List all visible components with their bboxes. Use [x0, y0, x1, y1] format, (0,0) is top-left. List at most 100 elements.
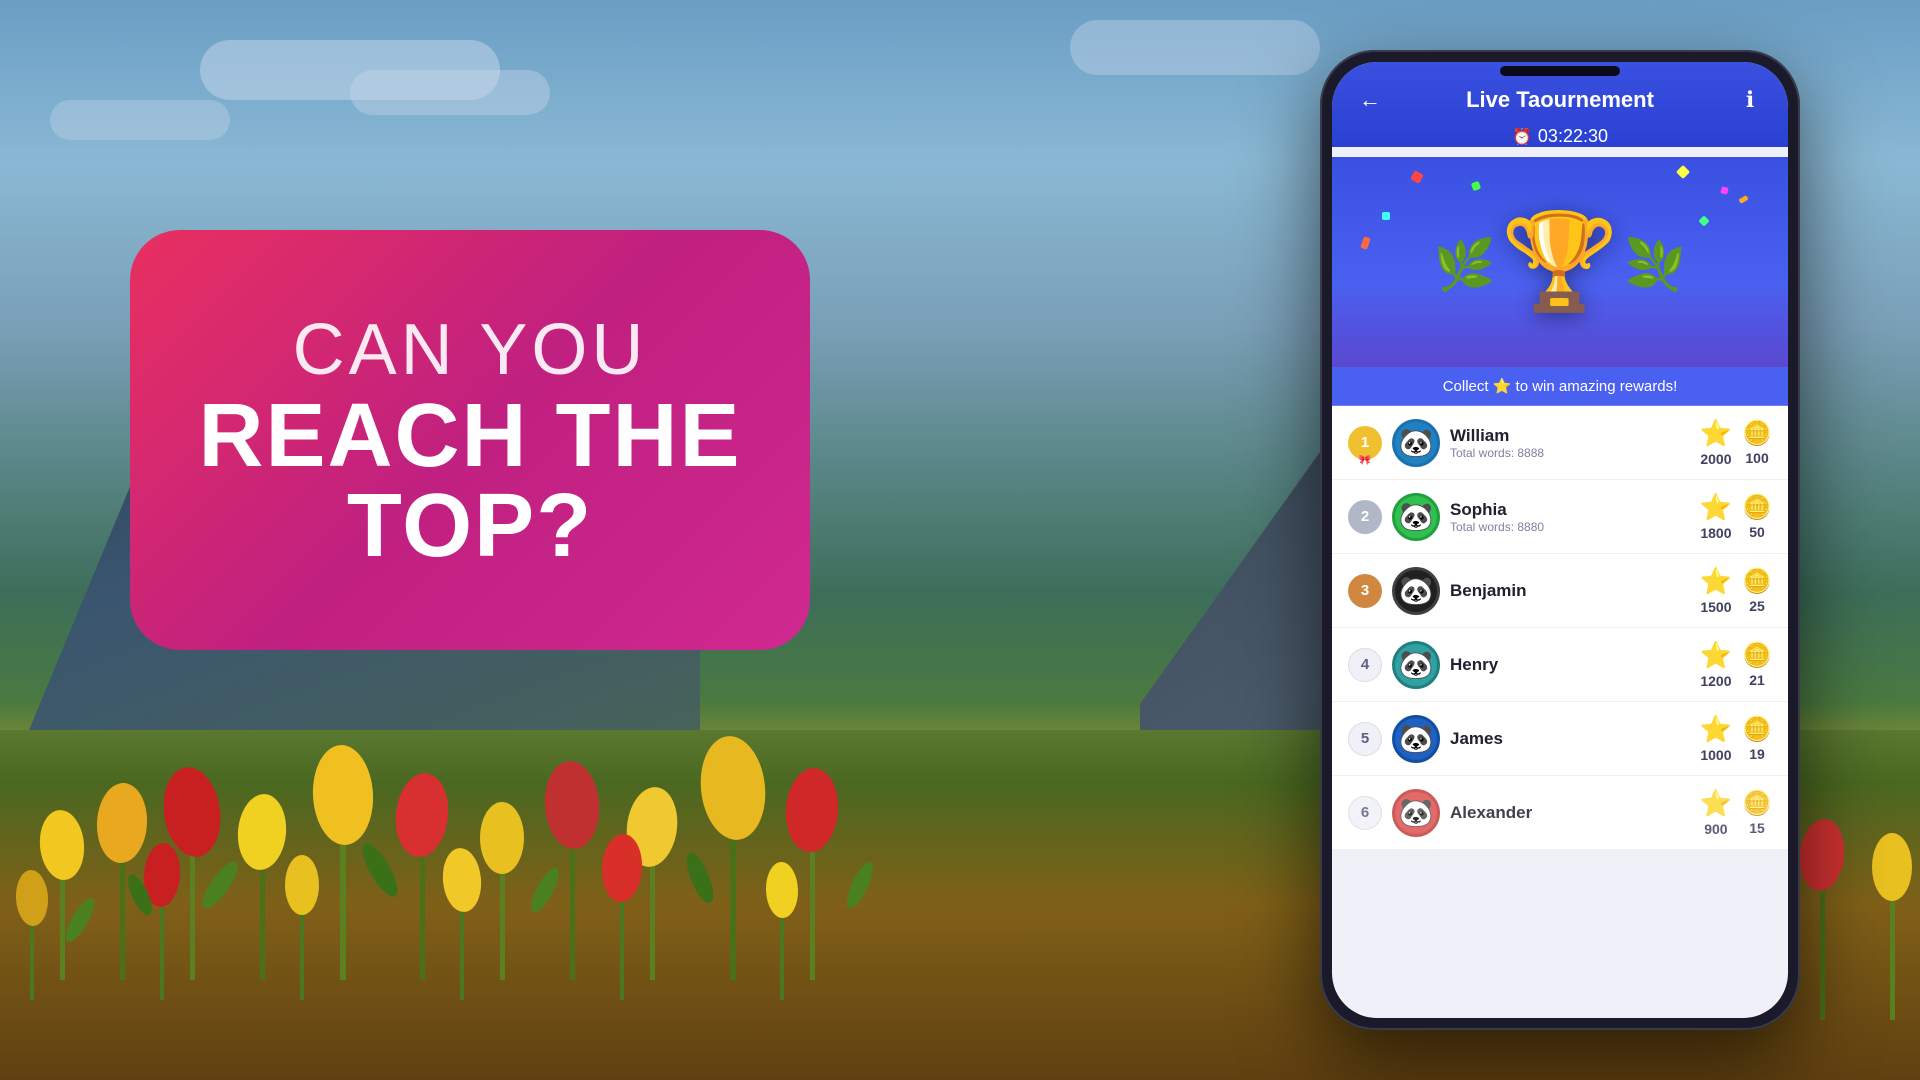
player-info-1: William Total words: 8888 [1450, 426, 1690, 460]
promo-card: CAN YOU REACH THE TOP? [130, 230, 810, 650]
score-star-2: ⭐ 1800 [1700, 492, 1732, 541]
player-name-5: James [1450, 729, 1690, 749]
avatar-4: 🐼 [1392, 641, 1440, 689]
timer-value: 03:22:30 [1538, 126, 1608, 147]
score-star-3: ⭐ 1500 [1700, 566, 1732, 615]
rank-badge-1: 1 🎀 [1348, 426, 1382, 460]
coin-stack-3: 🪙 [1742, 567, 1772, 596]
leaderboard-row-1: 1 🎀 🐼 William Total words: 8888 ⭐ 2000 🪙 [1332, 406, 1788, 480]
collect-banner: Collect ⭐ to win amazing rewards! [1332, 367, 1788, 406]
leaderboard: 1 🎀 🐼 William Total words: 8888 ⭐ 2000 🪙 [1332, 406, 1788, 850]
coin-stack-2: 🪙 [1742, 493, 1772, 522]
coin-count-4: 21 [1749, 672, 1765, 688]
coin-group-1: 🪙 100 [1742, 419, 1772, 466]
confetti-4 [1720, 186, 1729, 195]
confetti-3 [1676, 165, 1690, 179]
avatar-5: 🐼 [1392, 715, 1440, 763]
rank-badge-5: 5 [1348, 722, 1382, 756]
rank-badge-6: 6 [1348, 796, 1382, 830]
coin-count-6: 15 [1749, 820, 1765, 836]
app-nav: ← Live Taournement ℹ [1352, 82, 1768, 118]
player-name-3: Benjamin [1450, 581, 1690, 601]
coin-stack-5: 🪙 [1742, 715, 1772, 744]
confetti-6 [1738, 195, 1748, 204]
timer-icon: ⏰ [1512, 127, 1532, 147]
phone-screen: ← Live Taournement ℹ ⏰ 03:22:30 [1332, 62, 1788, 1018]
leaderboard-row-3: 3 🐼 Benjamin ⭐ 1500 🪙 25 [1332, 554, 1788, 628]
star-count-4: 1200 [1700, 673, 1731, 689]
star-count-2: 1800 [1700, 525, 1731, 541]
avatar-2: 🐼 [1392, 493, 1440, 541]
back-button[interactable]: ← [1352, 82, 1388, 118]
rank-badge-3: 3 [1348, 574, 1382, 608]
star-icon-5: ⭐ [1700, 714, 1732, 745]
phone-frame: ← Live Taournement ℹ ⏰ 03:22:30 [1320, 50, 1800, 1030]
star-count-1: 2000 [1700, 451, 1731, 467]
leaderboard-row-4: 4 🐼 Henry ⭐ 1200 🪙 21 [1332, 628, 1788, 702]
score-star-4: ⭐ 1200 [1700, 640, 1732, 689]
star-icon-4: ⭐ [1700, 640, 1732, 671]
player-name-6: Alexander [1450, 803, 1690, 823]
avatar-1: 🐼 [1392, 419, 1440, 467]
coin-count-2: 50 [1749, 524, 1765, 540]
star-count-5: 1000 [1700, 747, 1731, 763]
coin-count-5: 19 [1749, 746, 1765, 762]
player-info-6: Alexander [1450, 803, 1690, 823]
laurel-right: 🌿 [1624, 236, 1686, 295]
coin-group-3: 🪙 25 [1742, 567, 1772, 614]
info-button[interactable]: ℹ [1732, 82, 1768, 118]
rank-badge-4: 4 [1348, 648, 1382, 682]
star-icon-6: ⭐ [1700, 788, 1732, 819]
trophy-main: 🏆 [1501, 215, 1619, 310]
leaderboard-row-5: 5 🐼 James ⭐ 1000 🪙 19 [1332, 702, 1788, 776]
coin-stack-4: 🪙 [1742, 641, 1772, 670]
star-icon-1: ⭐ [1700, 418, 1732, 449]
player-name-4: Henry [1450, 655, 1690, 675]
phone-notch [1500, 66, 1620, 76]
rank-badge-2: 2 [1348, 500, 1382, 534]
timer-row: ⏰ 03:22:30 [1352, 126, 1768, 147]
player-info-5: James [1450, 729, 1690, 749]
star-icon-3: ⭐ [1700, 566, 1732, 597]
leaderboard-row-2: 2 🐼 Sophia Total words: 8880 ⭐ 1800 🪙 50 [1332, 480, 1788, 554]
player-name-2: Sophia [1450, 500, 1690, 520]
avatar-3: 🐼 [1392, 567, 1440, 615]
trophy-group: 🌿 🏆 🌿 [1434, 215, 1687, 310]
coin-group-5: 🪙 19 [1742, 715, 1772, 762]
coin-group-4: 🪙 21 [1742, 641, 1772, 688]
coin-group-6: 🪙 15 [1742, 789, 1772, 836]
star-count-6: 900 [1704, 821, 1727, 837]
app-title: Live Taournement [1388, 87, 1732, 113]
confetti-1 [1410, 170, 1424, 184]
confetti-7 [1360, 236, 1371, 250]
laurel-left: 🌿 [1434, 236, 1496, 295]
star-count-3: 1500 [1700, 599, 1731, 615]
coin-count-1: 100 [1745, 450, 1768, 466]
player-words-2: Total words: 8880 [1450, 520, 1690, 534]
score-star-5: ⭐ 1000 [1700, 714, 1732, 763]
player-name-1: William [1450, 426, 1690, 446]
player-info-2: Sophia Total words: 8880 [1450, 500, 1690, 534]
promo-line1: CAN YOU [293, 309, 648, 391]
leaderboard-row-6: 6 🐼 Alexander ⭐ 900 🪙 15 [1332, 776, 1788, 850]
score-star-6: ⭐ 900 [1700, 788, 1732, 837]
confetti-5 [1382, 212, 1390, 220]
promo-line3: TOP? [347, 481, 593, 571]
coin-stack-1: 🪙 [1742, 419, 1772, 448]
player-info-4: Henry [1450, 655, 1690, 675]
trophy-area: 🌿 🏆 🌿 [1332, 157, 1788, 367]
coin-stack-6: 🪙 [1742, 789, 1772, 818]
cloud-3 [1070, 20, 1320, 75]
player-words-1: Total words: 8888 [1450, 446, 1690, 460]
confetti-2 [1471, 181, 1481, 191]
ribbon-1: 🎀 [1359, 455, 1371, 466]
coin-count-3: 25 [1749, 598, 1765, 614]
promo-line2: REACH THE [198, 391, 741, 481]
confetti-8 [1698, 215, 1709, 226]
score-star-1: ⭐ 2000 [1700, 418, 1732, 467]
cloud-4 [50, 100, 230, 140]
phone-device: ← Live Taournement ℹ ⏰ 03:22:30 [1320, 50, 1800, 1030]
player-info-3: Benjamin [1450, 581, 1690, 601]
cloud-2 [350, 70, 550, 115]
avatar-6: 🐼 [1392, 789, 1440, 837]
